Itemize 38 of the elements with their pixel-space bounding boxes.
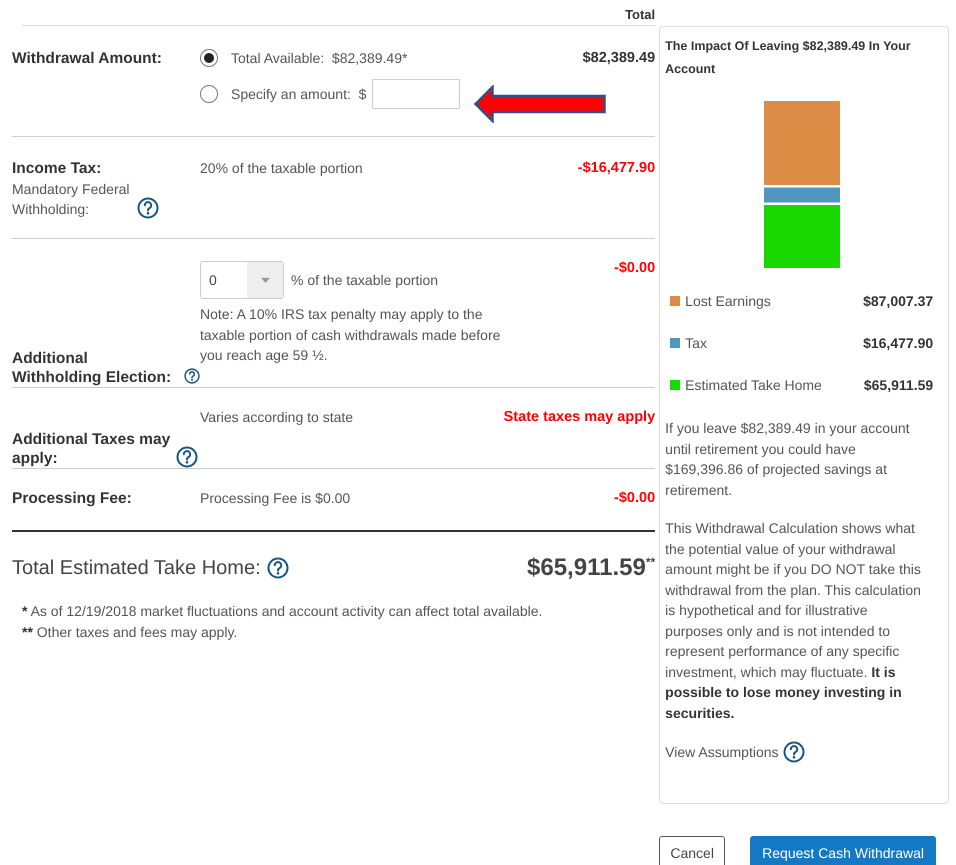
row-label: Withdrawal Amount: <box>12 50 162 67</box>
assumptions-link[interactable]: View Assumptions <box>665 744 779 760</box>
legend-value: $87,007.37 <box>863 293 934 309</box>
option-label: Specify an amount: $ <box>231 86 366 102</box>
row-sublabel: Mandatory Federal Withholding: <box>12 180 131 219</box>
row-label: Additional Withholding Election: <box>12 349 172 387</box>
panel-title: The Impact Of Leaving $82,389.49 In Your Account <box>665 38 912 78</box>
amount-value: -$0.00 <box>614 259 656 278</box>
description-text: % of the taxable portion <box>291 270 438 290</box>
amount-value: -$0.00 <box>614 489 656 508</box>
footnote-mark: ** <box>22 624 33 640</box>
row-label: Additional Taxes may apply: <box>12 430 172 468</box>
footnote-text: Other taxes and fees may apply. <box>36 624 238 640</box>
percent-select[interactable]: 0 <box>200 261 284 299</box>
request-button[interactable]: Request Cash Withdrawal <box>750 836 936 865</box>
description-text: Varies according to state <box>200 409 354 425</box>
total-label: Total Estimated Take Home: <box>12 556 261 580</box>
option-label: Total Available: $82,389.49* <box>231 50 408 66</box>
cancel-button[interactable]: Cancel <box>659 836 726 865</box>
legend-value: $65,911.59 <box>864 377 934 393</box>
column-header: Total <box>625 6 656 24</box>
row-label: Processing Fee: <box>12 490 132 507</box>
row-label: Income Tax: <box>12 160 102 177</box>
panel-paragraph: If you leave $82,389.49 in your account until retirement you could have $169,396.86 of projected savings at retirement. <box>665 419 911 500</box>
description-text: Processing Fee is $0.00 <box>200 490 350 506</box>
total-amount: $65,911.59$^{**}$ <box>527 554 656 582</box>
note-text: Note: A 10% IRS tax penalty may apply to the taxable portion of cash withdrawals made before you reach age 59 ½. <box>200 305 502 365</box>
amount-value: -$16,477.90 <box>578 159 656 178</box>
legend-value: $16,477.90 <box>863 335 934 351</box>
footnote-text: As of 12/19/2018 market fluctuations and account activity can affect total available. <box>30 603 542 619</box>
description-text: 20% of the taxable portion <box>200 160 363 176</box>
panel-paragraph: This Withdrawal Calculation shows what the potential value of your withdrawal amount might be if you DO NOT take this withdrawal from the plan. This calculation is hypothetical and for illustrative purposes only and is not intended to represent performance of any specific investment, which may fluctuate. It is possible to lose money investing in securities. <box>665 519 922 722</box>
amount-value: State taxes may apply <box>504 408 656 427</box>
footnote-mark: * <box>22 603 28 619</box>
legend-label: Lost Earnings <box>685 293 772 309</box>
amount-value: $82,389.49 <box>582 49 656 68</box>
legend-label: Estimated Take Home <box>685 377 823 393</box>
legend-label: Tax <box>685 335 708 351</box>
